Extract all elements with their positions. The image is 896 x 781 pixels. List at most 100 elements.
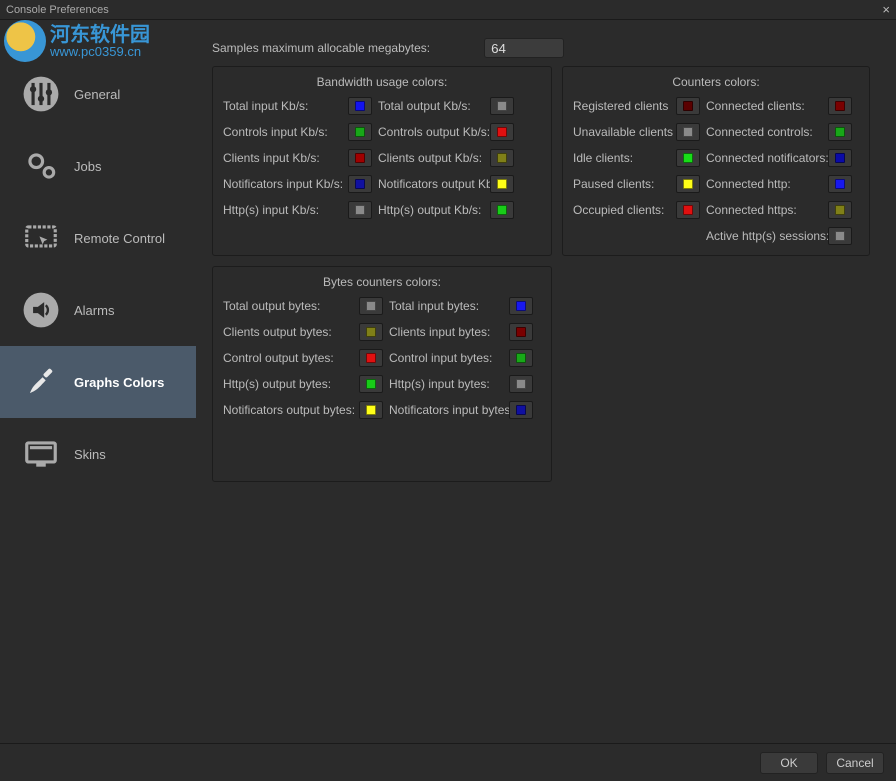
bytes-label-l-2: Control output bytes:	[223, 351, 359, 365]
sidebar-item-skins[interactable]: Skins	[0, 418, 196, 490]
counters-swatch-l-1[interactable]	[676, 123, 700, 141]
counters-swatch-l-3[interactable]	[676, 175, 700, 193]
sidebar-item-alarms[interactable]: Alarms	[0, 274, 196, 346]
counters-label-r-0: Connected clients:	[706, 99, 828, 113]
counters-label-r-2: Connected notificators:	[706, 151, 828, 165]
watermark-text-cn: 河东软件园	[50, 25, 150, 45]
bandwidth-swatch-r-2[interactable]	[490, 149, 514, 167]
bytes-label-r-2: Control input bytes:	[389, 351, 509, 365]
bandwidth-swatch-r-4[interactable]	[490, 201, 514, 219]
window-title: Console Preferences	[6, 4, 109, 16]
bytes-label-r-1: Clients input bytes:	[389, 325, 509, 339]
watermark: 河东软件园 www.pc0359.cn	[4, 20, 150, 62]
counters-label-r-4: Connected https:	[706, 203, 828, 217]
counters-title: Counters colors:	[573, 73, 859, 97]
bytes-title: Bytes counters colors:	[223, 273, 541, 297]
ok-button[interactable]: OK	[760, 752, 818, 774]
bytes-swatch-r-4[interactable]	[509, 401, 533, 419]
sidebar-item-remote-control[interactable]: Remote Control	[0, 202, 196, 274]
bandwidth-panel: Bandwidth usage colors: Total input Kb/s…	[212, 66, 552, 256]
counters-label-l-4: Occupied clients:	[573, 203, 676, 217]
counters-swatch-r-4[interactable]	[828, 201, 852, 219]
counters-swatch-l-2[interactable]	[676, 149, 700, 167]
counters-swatch-l-0[interactable]	[676, 97, 700, 115]
bandwidth-label-l-0: Total input Kb/s:	[223, 99, 348, 113]
counters-label-r-5: Active http(s) sessions:	[706, 229, 828, 243]
bytes-swatch-r-0[interactable]	[509, 297, 533, 315]
footer: OK Cancel	[0, 743, 896, 781]
sidebar-item-label: Graphs Colors	[74, 375, 164, 390]
monitor-icon	[22, 435, 60, 473]
bandwidth-label-r-2: Clients output Kb/s:	[378, 151, 490, 165]
bandwidth-swatch-l-4[interactable]	[348, 201, 372, 219]
bandwidth-label-r-1: Controls output Kb/s:	[378, 125, 490, 139]
bytes-swatch-l-3[interactable]	[359, 375, 383, 393]
sidebar-item-label: Jobs	[74, 159, 101, 174]
counters-label-l-3: Paused clients:	[573, 177, 676, 191]
brush-icon	[22, 363, 60, 401]
sidebar-item-label: Skins	[74, 447, 106, 462]
bytes-label-l-3: Http(s) output bytes:	[223, 377, 359, 391]
bandwidth-swatch-r-0[interactable]	[490, 97, 514, 115]
sidebar-item-label: Alarms	[74, 303, 114, 318]
counters-swatch-r-1[interactable]	[828, 123, 852, 141]
bandwidth-label-l-2: Clients input Kb/s:	[223, 151, 348, 165]
sidebar-item-label: General	[74, 87, 120, 102]
bytes-swatch-l-4[interactable]	[359, 401, 383, 419]
bytes-swatch-l-0[interactable]	[359, 297, 383, 315]
bytes-label-r-4: Notificators input bytes:	[389, 403, 509, 417]
content-area: Samples maximum allocable megabytes: Ban…	[196, 20, 896, 740]
sidebar-item-jobs[interactable]: Jobs	[0, 130, 196, 202]
bytes-label-l-1: Clients output bytes:	[223, 325, 359, 339]
bandwidth-swatch-l-2[interactable]	[348, 149, 372, 167]
watermark-text-url: www.pc0359.cn	[50, 45, 150, 58]
counters-swatch-r-2[interactable]	[828, 149, 852, 167]
bytes-label-r-3: Http(s) input bytes:	[389, 377, 509, 391]
bandwidth-swatch-l-1[interactable]	[348, 123, 372, 141]
counters-label-r-1: Connected controls:	[706, 125, 828, 139]
sidebar-item-general[interactable]: General	[0, 58, 196, 130]
bandwidth-title: Bandwidth usage colors:	[223, 73, 541, 97]
sliders-icon	[22, 75, 60, 113]
counters-swatch-r-5[interactable]	[828, 227, 852, 245]
titlebar: Console Preferences ×	[0, 0, 896, 20]
sidebar-item-label: Remote Control	[74, 231, 165, 246]
counters-swatch-r-0[interactable]	[828, 97, 852, 115]
counters-label-l-2: Idle clients:	[573, 151, 676, 165]
bandwidth-label-l-4: Http(s) input Kb/s:	[223, 203, 348, 217]
bytes-swatch-l-2[interactable]	[359, 349, 383, 367]
watermark-logo-icon	[4, 20, 46, 62]
bytes-panel: Bytes counters colors: Total output byte…	[212, 266, 552, 482]
samples-label: Samples maximum allocable megabytes:	[212, 41, 430, 55]
bandwidth-label-r-4: Http(s) output Kb/s:	[378, 203, 490, 217]
close-icon[interactable]: ×	[882, 2, 890, 17]
bytes-label-r-0: Total input bytes:	[389, 299, 509, 313]
counters-label-l-1: Unavailable clients	[573, 125, 676, 139]
bytes-swatch-r-1[interactable]	[509, 323, 533, 341]
bytes-swatch-r-3[interactable]	[509, 375, 533, 393]
bandwidth-swatch-l-0[interactable]	[348, 97, 372, 115]
bytes-swatch-r-2[interactable]	[509, 349, 533, 367]
counters-label-l-0: Registered clients	[573, 99, 676, 113]
bandwidth-label-l-1: Controls input Kb/s:	[223, 125, 348, 139]
bytes-label-l-0: Total output bytes:	[223, 299, 359, 313]
counters-panel: Counters colors: Registered clients Conne…	[562, 66, 870, 256]
sidebar: General Jobs Remote Control Alarms Graph…	[0, 20, 196, 740]
bandwidth-swatch-l-3[interactable]	[348, 175, 372, 193]
bandwidth-swatch-r-1[interactable]	[490, 123, 514, 141]
bandwidth-label-r-0: Total output Kb/s:	[378, 99, 490, 113]
speaker-icon	[22, 291, 60, 329]
remote-icon	[22, 219, 60, 257]
bandwidth-label-l-3: Notificators input Kb/s:	[223, 177, 348, 191]
bandwidth-swatch-r-3[interactable]	[490, 175, 514, 193]
gears-icon	[22, 147, 60, 185]
counters-label-r-3: Connected http:	[706, 177, 828, 191]
bytes-swatch-l-1[interactable]	[359, 323, 383, 341]
cancel-button[interactable]: Cancel	[826, 752, 884, 774]
counters-swatch-l-4[interactable]	[676, 201, 700, 219]
bytes-label-l-4: Notificators output bytes:	[223, 403, 359, 417]
sidebar-item-graphs-colors[interactable]: Graphs Colors	[0, 346, 196, 418]
counters-swatch-r-3[interactable]	[828, 175, 852, 193]
samples-input[interactable]	[484, 38, 564, 58]
bandwidth-label-r-3: Notificators output Kb/s:	[378, 177, 490, 191]
